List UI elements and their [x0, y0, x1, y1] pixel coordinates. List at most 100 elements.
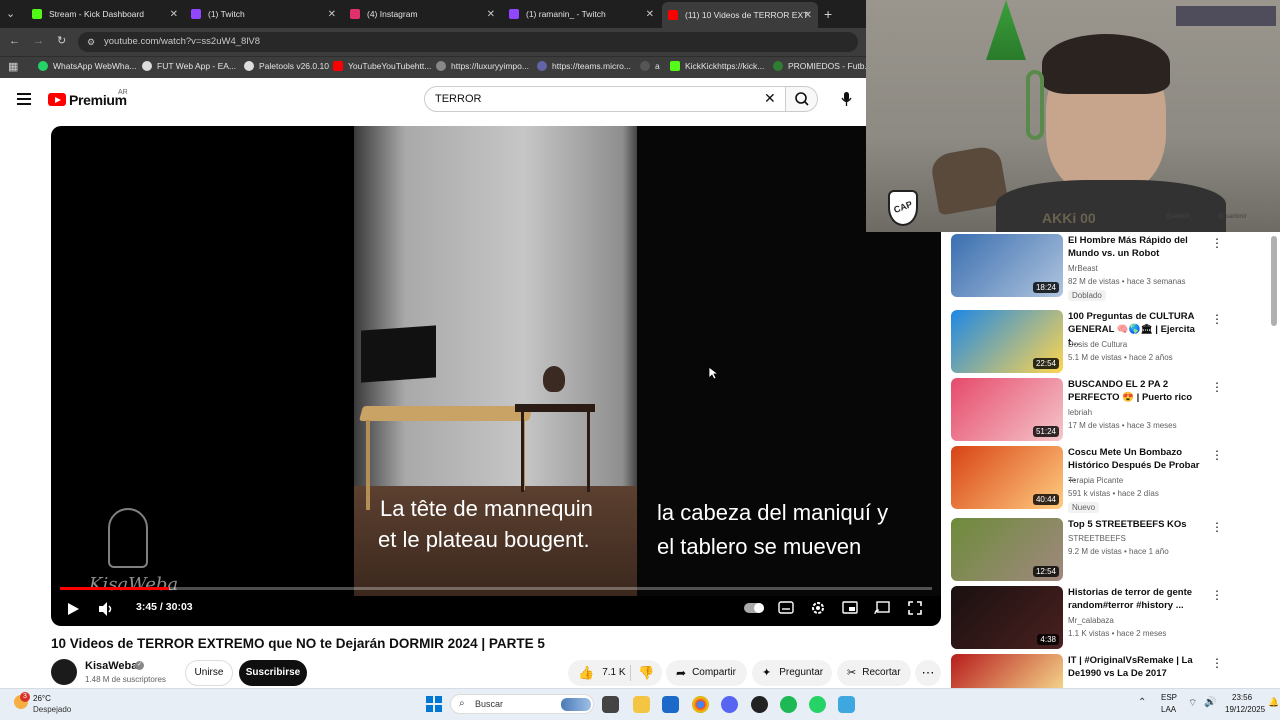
recommended-title[interactable]: IT | #OriginalVsRemake | La De1990 vs La …	[1068, 654, 1203, 680]
spotify-icon[interactable]	[780, 696, 797, 713]
autoplay-toggle[interactable]	[744, 603, 764, 613]
app-icon[interactable]	[838, 696, 855, 713]
discord-icon[interactable]	[721, 696, 738, 713]
search-input[interactable]: TERROR	[424, 86, 786, 112]
recommended-video[interactable]: 18:24 El Hombre Más Rápido del Mundo vs. …	[951, 234, 1251, 301]
page-scrollbar[interactable]	[1271, 236, 1277, 326]
recommended-title[interactable]: Historias de terror de gente random#terro…	[1068, 586, 1203, 612]
recommended-channel[interactable]: MrBeast	[1068, 264, 1098, 273]
thumbnail[interactable]: 12:54	[951, 518, 1063, 581]
recommended-video[interactable]: 40:44 Coscu Mete Un Bombazo Histórico Des…	[951, 446, 1251, 513]
back-icon[interactable]: ←	[9, 35, 20, 47]
cast-icon[interactable]	[874, 601, 890, 615]
ask-button[interactable]: ✦ Preguntar	[752, 660, 832, 686]
recommended-channel[interactable]: Mr_calabaza	[1068, 616, 1114, 625]
recommended-channel[interactable]: lebriah	[1068, 408, 1092, 417]
bookmark-whatsapp[interactable]: WhatsApp WebWha...	[38, 61, 136, 71]
bookmark-a[interactable]: a	[640, 61, 660, 71]
more-options-icon[interactable]: ⋮	[1211, 236, 1223, 250]
recommended-channel[interactable]: STREETBEEFS	[1068, 534, 1126, 543]
weather-desc[interactable]: Despejado	[33, 705, 71, 714]
bookmark-luxury[interactable]: https://luxuryyimpo...	[436, 61, 529, 71]
more-options-icon[interactable]: ⋮	[1211, 588, 1223, 602]
forward-icon[interactable]: →	[33, 35, 44, 47]
bookmark-kick[interactable]: KickKickhttps://kick...	[670, 61, 764, 71]
progress-bar[interactable]	[60, 587, 932, 590]
new-tab-icon[interactable]: +	[824, 6, 832, 22]
thumbnail[interactable]: 4:38	[951, 586, 1063, 649]
bookmark-fut[interactable]: FUT Web App - EA...	[142, 61, 236, 71]
site-info-icon[interactable]: ⚙	[87, 32, 95, 52]
chrome-icon[interactable]	[692, 696, 709, 713]
thumbnail[interactable]: 51:24	[951, 378, 1063, 441]
url-field[interactable]: ⚙ youtube.com/watch?v=ss2uW4_8lV8	[78, 32, 858, 52]
tab-twitch-ramanin[interactable]: (1) ramanin_ - Twitch ✕	[509, 4, 654, 24]
whatsapp-icon[interactable]	[809, 696, 826, 713]
thumbnail[interactable]: 40:44	[951, 446, 1063, 509]
close-icon[interactable]: ✕	[646, 9, 654, 20]
chevron-up-icon[interactable]: ⌃	[1138, 697, 1146, 708]
play-icon[interactable]	[66, 601, 80, 617]
file-explorer-icon[interactable]	[633, 696, 650, 713]
recommended-video[interactable]: 51:24 BUSCANDO EL 2 PA 2 PERFECTO 😍 | Pue…	[951, 378, 1251, 442]
task-view-icon[interactable]	[602, 696, 619, 713]
recommended-title[interactable]: BUSCANDO EL 2 PA 2 PERFECTO 😍 | Puerto ri…	[1068, 378, 1203, 404]
close-icon[interactable]: ✕	[804, 10, 812, 21]
recommended-video[interactable]: 4:38 Historias de terror de gente random#…	[951, 586, 1251, 650]
fullscreen-icon[interactable]	[907, 600, 923, 616]
youtube-logo-icon[interactable]	[48, 93, 66, 106]
tab-instagram[interactable]: (4) Instagram ✕	[350, 4, 495, 24]
bookmark-teams[interactable]: https://teams.micro...	[537, 61, 631, 71]
more-options-icon[interactable]: ⋮	[1211, 520, 1223, 534]
windows-start-icon[interactable]	[426, 696, 442, 712]
recommended-video[interactable]: 22:54 100 Preguntas de CULTURA GENERAL 🧠🌎…	[951, 310, 1251, 374]
thumbs-up-icon[interactable]: 👍	[578, 660, 594, 686]
subtitles-icon[interactable]	[778, 601, 794, 615]
thumbnail[interactable]	[951, 654, 1063, 688]
menu-icon[interactable]	[17, 93, 31, 105]
apps-grid-icon[interactable]: ▦	[8, 60, 18, 73]
wifi-icon[interactable]: ⌔	[1188, 697, 1197, 710]
weather-temp[interactable]: 26°C	[33, 694, 51, 703]
clock-time[interactable]: 23:56	[1232, 693, 1252, 702]
thumbnail[interactable]: 18:24	[951, 234, 1063, 297]
search-button[interactable]	[786, 86, 818, 112]
recommended-title[interactable]: El Hombre Más Rápido del Mundo vs. un Rob…	[1068, 234, 1203, 260]
tab-kick-dashboard[interactable]: Stream - Kick Dashboard ✕	[32, 4, 178, 24]
thumbnail[interactable]: 22:54	[951, 310, 1063, 373]
close-icon[interactable]: ✕	[328, 9, 336, 20]
join-button[interactable]: Unirse	[185, 660, 233, 686]
bookmark-paletools[interactable]: Paletools v26.0.10	[244, 61, 329, 71]
recommended-title[interactable]: Top 5 STREETBEEFS KOs	[1068, 518, 1203, 531]
more-options-icon[interactable]: ⋮	[1211, 656, 1223, 670]
taskbar-search[interactable]: ⌕ Buscar	[450, 694, 594, 714]
language-indicator[interactable]: ESP	[1161, 693, 1177, 702]
keyboard-layout[interactable]: LAA	[1161, 705, 1176, 714]
store-icon[interactable]	[662, 696, 679, 713]
close-icon[interactable]: ✕	[487, 9, 495, 20]
more-options-icon[interactable]: ⋮	[1211, 380, 1223, 394]
recommended-video[interactable]: IT | #OriginalVsRemake | La De1990 vs La …	[951, 654, 1251, 688]
miniplayer-icon[interactable]	[842, 601, 858, 615]
tab-twitch[interactable]: (1) Twitch ✕	[191, 4, 336, 24]
clock-date[interactable]: 19/12/2025	[1225, 705, 1265, 714]
settings-gear-icon[interactable]	[810, 600, 826, 616]
microphone-icon[interactable]	[840, 91, 854, 107]
recommended-channel[interactable]: Terapia Picante	[1068, 476, 1123, 485]
channel-avatar[interactable]	[51, 659, 77, 685]
close-icon[interactable]: ✕	[170, 9, 178, 20]
more-options-icon[interactable]: ⋮	[1211, 312, 1223, 326]
more-options-icon[interactable]: ⋮	[1211, 448, 1223, 462]
share-button[interactable]: ➦ Compartir	[666, 660, 747, 686]
recommended-video[interactable]: 12:54 Top 5 STREETBEEFS KOs STREETBEEFS …	[951, 518, 1251, 582]
like-count[interactable]: 7.1 K	[602, 660, 625, 686]
bookmark-youtube[interactable]: YouTubeYouTubehtt...	[333, 61, 431, 71]
video-player[interactable]: La tête de mannequin et le plateau bouge…	[51, 126, 941, 626]
obs-icon[interactable]	[751, 696, 768, 713]
more-actions-icon[interactable]: ⋯	[915, 660, 941, 686]
clear-search-icon[interactable]: ✕	[764, 90, 776, 107]
volume-icon[interactable]	[98, 601, 116, 617]
tab-search-icon[interactable]: ⌄	[6, 7, 15, 20]
recommended-channel[interactable]: Dosis de Cultura	[1068, 340, 1127, 349]
channel-name[interactable]: KisaWeba	[85, 660, 137, 672]
